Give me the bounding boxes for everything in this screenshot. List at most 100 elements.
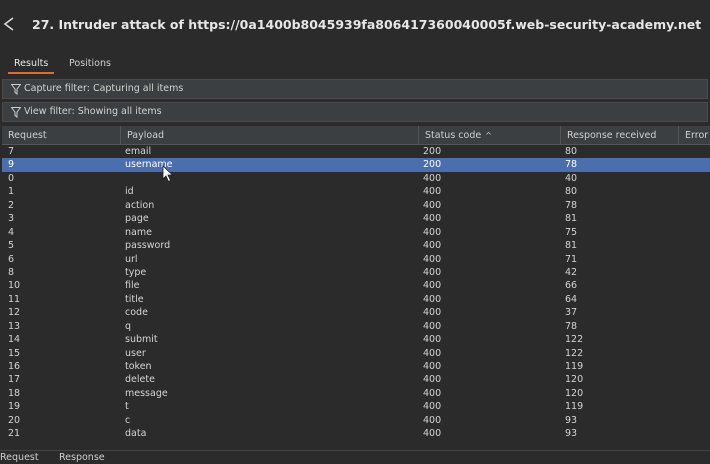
cell-request: 5 — [8, 240, 15, 252]
back-arrow-icon[interactable] — [2, 16, 16, 32]
cell-status-code: 400 — [423, 240, 442, 252]
cell-response-received: 78 — [565, 159, 578, 171]
cell-request: 18 — [8, 387, 21, 399]
cell-response-received: 119 — [565, 401, 584, 413]
cell-request: 11 — [8, 293, 21, 305]
cell-request: 19 — [8, 401, 21, 413]
table-row[interactable]: 15 user 400 122 — [2, 347, 710, 360]
table-row[interactable]: 20 c 400 93 — [2, 414, 710, 427]
cell-response-received: 78 — [565, 320, 578, 332]
table-row[interactable]: 12 code 400 37 — [2, 306, 710, 319]
table-row[interactable]: 8 type 400 42 — [2, 266, 710, 279]
cell-status-code: 400 — [423, 213, 442, 225]
cell-status-code: 400 — [423, 226, 442, 238]
table-row[interactable]: 10 file 400 66 — [2, 279, 710, 292]
cell-response-received: 93 — [565, 414, 578, 426]
capture-filter-bar[interactable]: Capture filter: Capturing all items — [2, 79, 708, 99]
cell-status-code: 400 — [423, 266, 442, 278]
cell-status-code: 400 — [423, 334, 442, 346]
cell-request: 9 — [8, 159, 15, 171]
cell-request: 12 — [8, 307, 21, 319]
cell-status-code: 400 — [423, 280, 442, 292]
table-row[interactable]: 16 token 400 119 — [2, 360, 710, 373]
cell-payload: id — [125, 186, 134, 198]
cell-response-received: 40 — [565, 172, 578, 184]
tab-positions[interactable]: Positions — [63, 56, 117, 72]
table-row[interactable]: 13 q 400 78 — [2, 320, 710, 333]
cell-request: 14 — [8, 334, 21, 346]
cell-request: 13 — [8, 320, 21, 332]
table-row[interactable]: 3 page 400 81 — [2, 212, 710, 225]
cell-response-received: 122 — [565, 334, 584, 346]
cell-response-received: 81 — [565, 240, 578, 252]
column-header-status-code-label: Status code — [425, 130, 482, 141]
cell-request: 21 — [8, 428, 21, 440]
cell-request: 10 — [8, 280, 21, 292]
table-row[interactable]: 6 url 400 71 — [2, 253, 710, 266]
tab-bar: Results Positions — [0, 56, 710, 74]
table-row[interactable]: 19 t 400 119 — [2, 400, 710, 413]
table-row[interactable]: 18 message 400 120 — [2, 387, 710, 400]
mouse-cursor-icon — [162, 165, 174, 183]
cell-payload: delete — [125, 374, 155, 386]
cell-status-code: 400 — [423, 347, 442, 359]
capture-filter-label: Capture filter: Capturing all items — [24, 83, 184, 94]
cell-status-code: 400 — [423, 428, 442, 440]
cell-request: 0 — [8, 172, 15, 184]
cell-status-code: 200 — [423, 146, 442, 157]
table-row[interactable]: 14 submit 400 122 — [2, 333, 710, 346]
cell-response-received: 122 — [565, 347, 584, 359]
table-header: Request Payload Status code ^ Response re… — [2, 126, 710, 145]
cell-response-received: 75 — [565, 226, 578, 238]
column-header-response-received[interactable]: Response received — [560, 126, 678, 145]
tab-response[interactable]: Response — [59, 452, 105, 464]
table-row[interactable]: 4 name 400 75 — [2, 226, 710, 239]
cell-request: 4 — [8, 226, 15, 238]
cell-request: 17 — [8, 374, 21, 386]
cell-request: 6 — [8, 253, 15, 265]
cell-payload: token — [125, 361, 152, 372]
tab-request[interactable]: Request — [0, 452, 39, 464]
cell-request: 20 — [8, 414, 21, 426]
results-table: Request Payload Status code ^ Response re… — [2, 126, 710, 450]
cell-payload: action — [125, 199, 155, 211]
table-body: 7 email 200 80 9 username 200 78 0 400 40 1 id 400 80 2… — [2, 145, 710, 441]
cell-response-received: 37 — [565, 307, 578, 319]
table-row[interactable]: 9 username 200 78 — [2, 158, 710, 172]
cell-payload: t — [125, 401, 129, 413]
cell-response-received: 80 — [565, 186, 578, 198]
cell-status-code: 400 — [423, 293, 442, 305]
cell-response-received: 120 — [565, 387, 584, 399]
cell-payload: code — [125, 307, 148, 319]
column-header-payload[interactable]: Payload — [120, 126, 418, 145]
cell-payload: url — [125, 253, 138, 265]
table-row[interactable]: 17 delete 400 120 — [2, 373, 710, 386]
title-bar: 27. Intruder attack of https://0a1400b80… — [0, 0, 710, 52]
cell-response-received: 66 — [565, 280, 578, 292]
cell-payload: page — [125, 213, 149, 225]
filter-icon — [11, 84, 21, 95]
table-row[interactable]: 0 400 40 — [2, 172, 710, 185]
column-header-status-code[interactable]: Status code ^ — [418, 126, 560, 145]
column-header-request[interactable]: Request — [2, 126, 120, 145]
tab-results[interactable]: Results — [8, 56, 55, 74]
table-row[interactable]: 21 data 400 93 — [2, 427, 710, 440]
cell-response-received: 81 — [565, 213, 578, 225]
cell-payload: name — [125, 226, 152, 238]
cell-request: 15 — [8, 347, 21, 359]
table-row[interactable]: 11 title 400 64 — [2, 293, 710, 306]
table-row[interactable]: 7 email 200 80 — [2, 145, 710, 158]
cell-payload: c — [125, 414, 131, 426]
table-row[interactable]: 5 password 400 81 — [2, 239, 710, 252]
table-row[interactable]: 2 action 400 78 — [2, 199, 710, 212]
cell-payload: data — [125, 428, 147, 440]
cell-status-code: 400 — [423, 414, 442, 426]
cell-response-received: 119 — [565, 361, 584, 372]
cell-payload: password — [125, 240, 171, 252]
window-title: 27. Intruder attack of https://0a1400b80… — [32, 17, 702, 32]
view-filter-bar[interactable]: View filter: Showing all items — [2, 102, 708, 122]
cell-status-code: 400 — [423, 199, 442, 211]
column-header-error[interactable]: Error — [678, 126, 710, 145]
cell-payload: type — [125, 266, 147, 278]
table-row[interactable]: 1 id 400 80 — [2, 185, 710, 198]
